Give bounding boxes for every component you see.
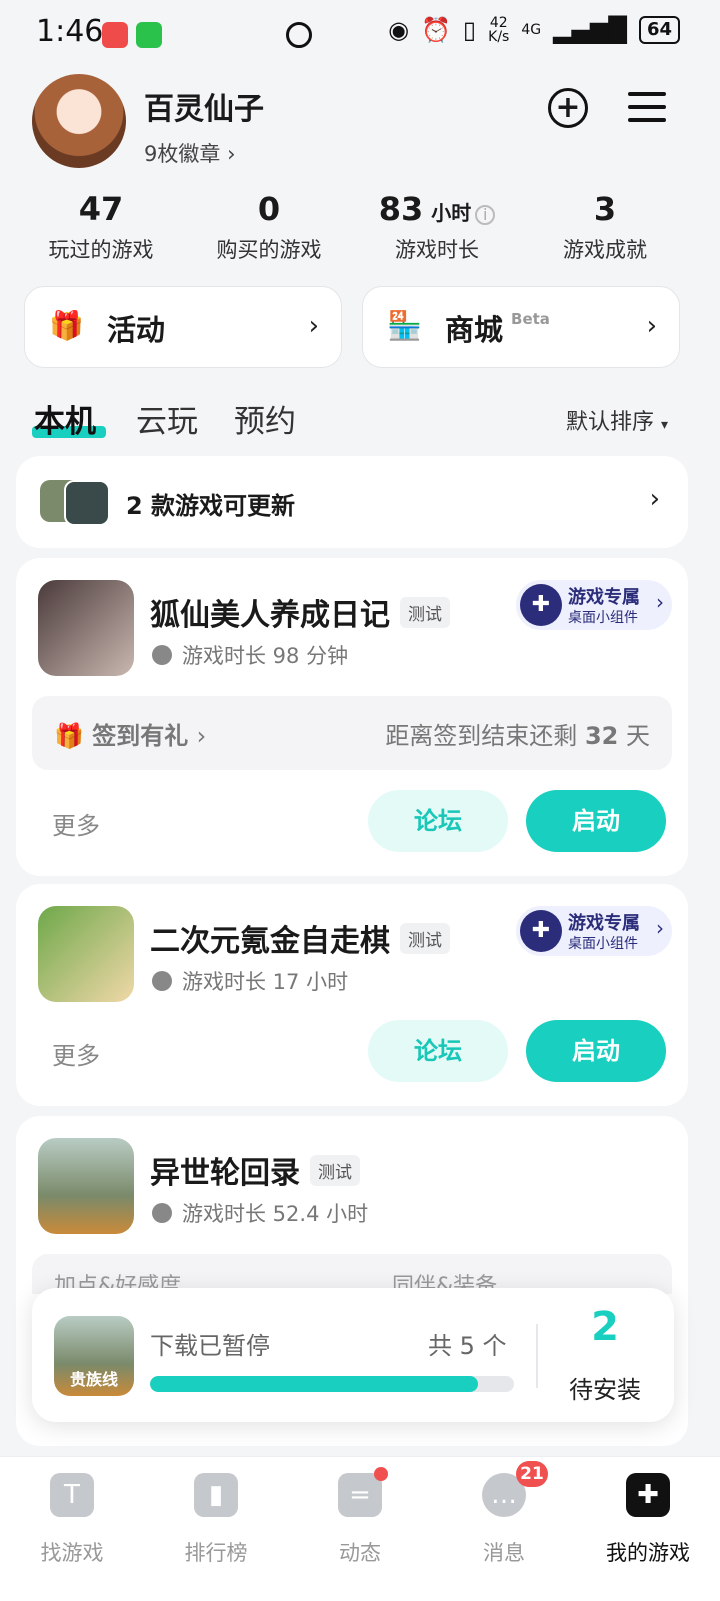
forum-button[interactable]: 论坛 (368, 1020, 508, 1082)
chevron-right-icon: › (656, 916, 664, 940)
game-thumb-icon (64, 480, 110, 526)
tab-cloud[interactable]: 云玩 (136, 396, 198, 441)
download-panel[interactable]: 贵族线 下载已暂停 共 5 个 2 待安装 (32, 1288, 674, 1422)
chevron-right-icon: › (227, 142, 236, 166)
menu-icon[interactable] (628, 92, 666, 131)
play-time: 游戏时长 17 小时 (182, 970, 349, 994)
signal-icon: ▂▄▆█ (553, 16, 627, 44)
profile-name[interactable]: 百灵仙子 (144, 84, 264, 128)
download-total: 共 5 个 (428, 1332, 507, 1360)
stat-achievements[interactable]: 3 游戏成就 (520, 190, 690, 264)
net-speed: 42 K/s (488, 15, 510, 45)
chevron-right-icon: › (649, 484, 660, 514)
test-tag: 测试 (400, 923, 450, 954)
chevron-right-icon: › (656, 590, 664, 614)
nav-find-games[interactable]: T 找游戏 (0, 1457, 144, 1567)
more-button[interactable]: 更多 (52, 1036, 100, 1071)
chevron-right-icon: › (646, 311, 657, 341)
desktop-widget-button[interactable]: ✚ 游戏专属 桌面小组件 › (516, 580, 672, 630)
sort-dropdown[interactable]: 默认排序 ▾ (566, 404, 668, 436)
nav-my-games[interactable]: ✚ 我的游戏 (576, 1457, 720, 1567)
gift-icon: 🎁 (54, 722, 84, 750)
game-title: 狐仙美人养成日记 (150, 598, 390, 633)
stopwatch-icon (152, 971, 172, 991)
store-icon: 🏪 (387, 309, 422, 342)
game-title: 异世轮回录 (150, 1156, 300, 1191)
game-icon[interactable] (38, 1138, 134, 1234)
tab-local[interactable]: 本机 (34, 396, 96, 441)
bottom-nav: T 找游戏 ▮ 排行榜 = 动态 … 21 消息 ✚ 我的游戏 (0, 1456, 720, 1601)
desktop-widget-button[interactable]: ✚ 游戏专属 桌面小组件 › (516, 906, 672, 956)
download-status: 下载已暂停 (150, 1332, 270, 1360)
find-games-icon: T (50, 1473, 94, 1517)
eye-icon: ◉ (388, 16, 410, 44)
stat-games-played[interactable]: 47 玩过的游戏 (16, 190, 186, 264)
game-icon[interactable] (38, 580, 134, 676)
status-time: 1:46 (36, 14, 104, 49)
nav-messages[interactable]: … 21 消息 (432, 1457, 576, 1567)
stat-play-time[interactable]: 83 小时 i 游戏时长 (352, 190, 522, 264)
play-time: 游戏时长 98 分钟 (182, 644, 349, 668)
info-icon[interactable]: i (475, 205, 496, 225)
wechat-icon (136, 22, 162, 48)
my-games-icon: ✚ (626, 1473, 670, 1517)
chevron-right-icon: › (308, 311, 319, 341)
ranking-icon: ▮ (194, 1473, 238, 1517)
activities-card[interactable]: 🎁 活动 › (24, 286, 342, 368)
vibrate-icon: ▯ (462, 16, 477, 44)
store-card[interactable]: 🏪 商城 Beta › (362, 286, 680, 368)
avatar[interactable] (32, 74, 126, 168)
test-tag: 测试 (310, 1155, 360, 1186)
tab-reserve[interactable]: 预约 (234, 396, 296, 441)
data-saver-icon (286, 22, 312, 48)
gift-icon: 🎁 (49, 309, 84, 342)
stat-games-bought[interactable]: 0 购买的游戏 (184, 190, 354, 264)
message-icon: … 21 (482, 1461, 548, 1517)
signin-banner[interactable]: 🎁 签到有礼 › 距离签到结束还剩 32 天 (32, 696, 672, 770)
pending-install-label: 待安装 (569, 1376, 641, 1404)
downloading-game-icon: 贵族线 (54, 1316, 134, 1396)
message-badge: 21 (516, 1461, 548, 1487)
alarm-icon: ⏰ (421, 16, 451, 44)
unread-dot (374, 1467, 388, 1481)
start-button[interactable]: 启动 (526, 790, 666, 852)
game-card: 狐仙美人养成日记 测试 游戏时长 98 分钟 ✚ 游戏专属 桌面小组件 › 🎁 签… (16, 558, 688, 876)
stopwatch-icon (152, 645, 172, 665)
add-icon[interactable]: + (548, 88, 588, 128)
game-card: 二次元氪金自走棋 测试 游戏时长 17 小时 ✚ 游戏专属 桌面小组件 › 更多 … (16, 884, 688, 1106)
battery-indicator: 64 (638, 16, 680, 44)
beta-badge: Beta (511, 310, 550, 328)
gamepad-icon: ✚ (520, 584, 562, 626)
download-progress-fill (150, 1376, 478, 1392)
download-progress-bar (150, 1376, 514, 1392)
network-type: 4G (521, 22, 542, 38)
forum-button[interactable]: 论坛 (368, 790, 508, 852)
game-title: 二次元氪金自走棋 (150, 924, 390, 959)
pending-install-count: 2 (591, 1304, 619, 1350)
caret-down-icon: ▾ (660, 417, 668, 433)
signin-days-left: 32 (584, 722, 619, 750)
notification-app-icon (102, 22, 128, 48)
start-button[interactable]: 启动 (526, 1020, 666, 1082)
game-icon[interactable] (38, 906, 134, 1002)
test-tag: 测试 (400, 597, 450, 628)
stopwatch-icon (152, 1203, 172, 1223)
chevron-right-icon: › (196, 722, 207, 750)
update-banner[interactable]: 2 款游戏可更新 › (16, 456, 688, 548)
status-bar: 1:46 ◉ ⏰ ▯ 42 K/s 4G ▂▄▆█ 64 (0, 0, 720, 70)
badges-link[interactable]: 9枚徽章 › (144, 138, 235, 168)
gamepad-icon: ✚ (520, 910, 562, 952)
feed-icon: = (338, 1467, 388, 1517)
nav-feed[interactable]: = 动态 (288, 1457, 432, 1567)
nav-ranking[interactable]: ▮ 排行榜 (144, 1457, 288, 1567)
more-button[interactable]: 更多 (52, 806, 100, 841)
play-time: 游戏时长 52.4 小时 (182, 1202, 369, 1226)
